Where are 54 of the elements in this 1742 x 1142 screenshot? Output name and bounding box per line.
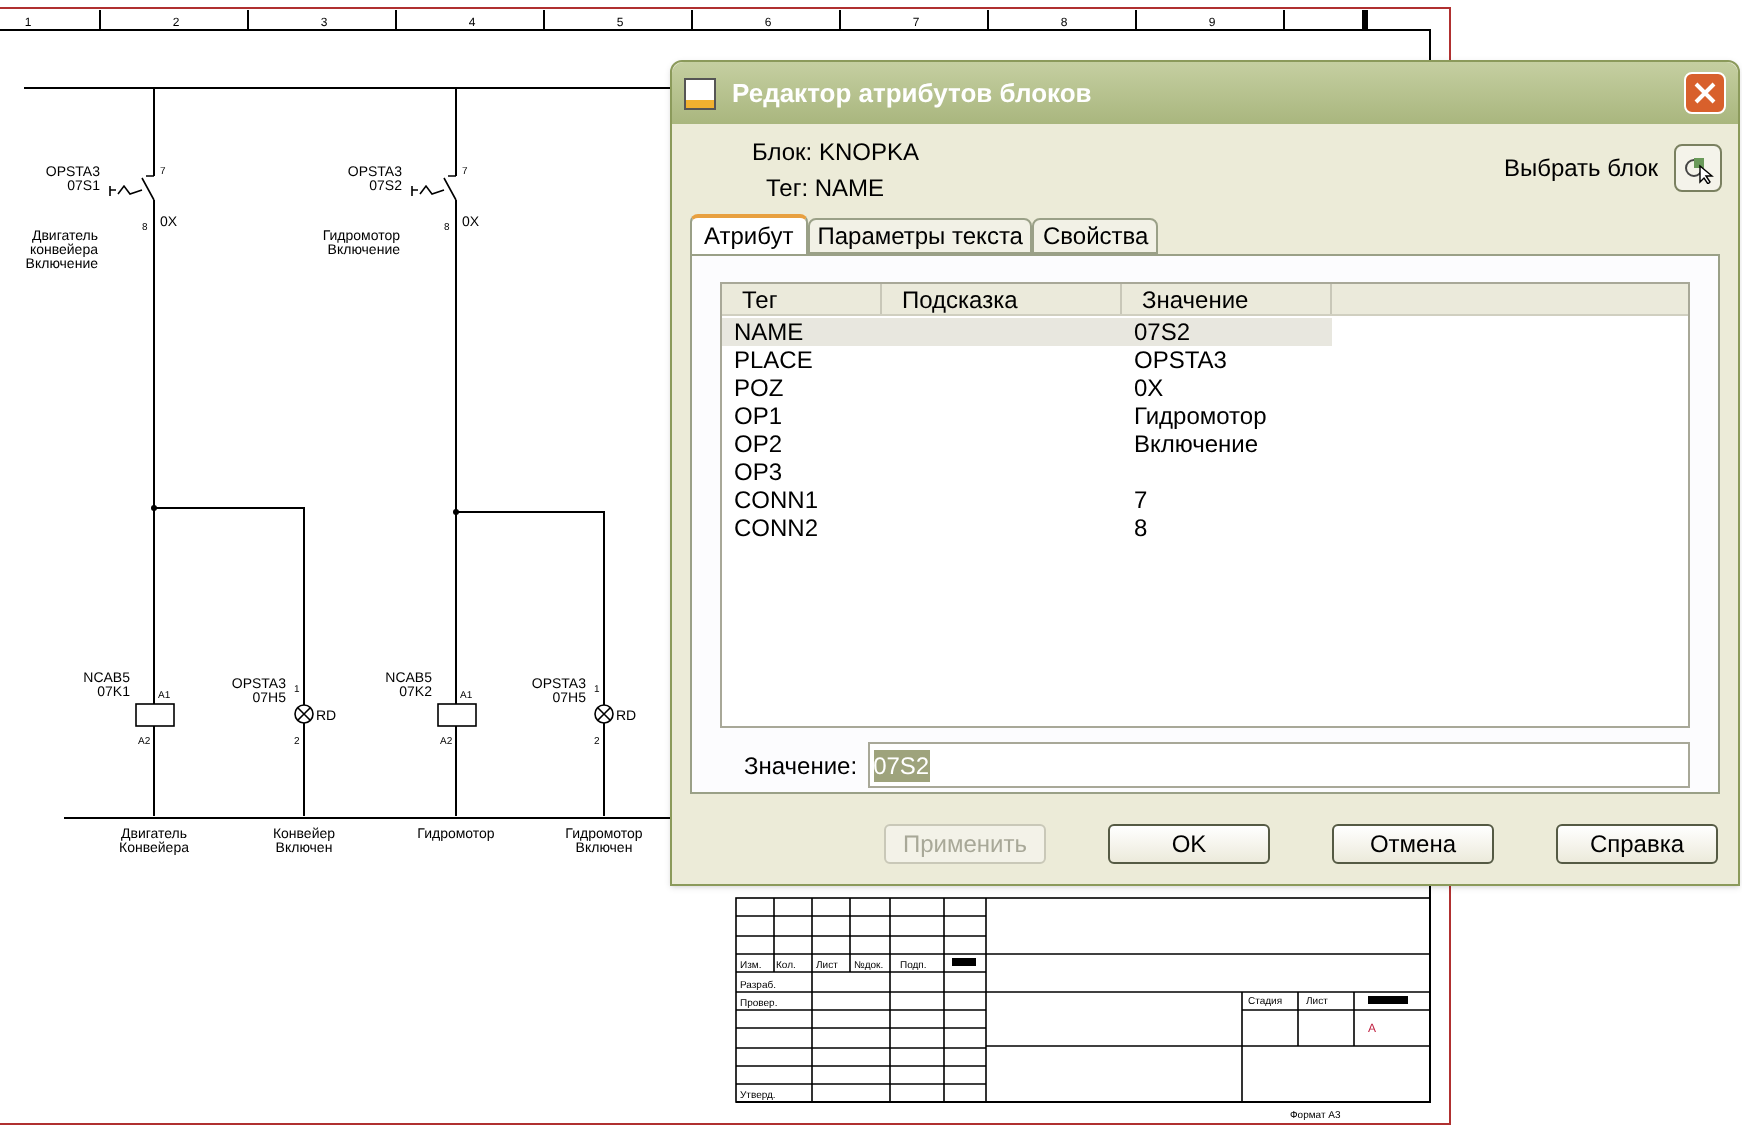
junction-dot [151, 505, 157, 511]
column-header[interactable]: Тег [722, 284, 882, 314]
switch-symbol [109, 175, 155, 201]
block-name-label: Блок: KNOPKA [752, 136, 919, 168]
attribute-row[interactable]: CONN1 7 [722, 486, 1332, 514]
value-cell-text: 7 [1132, 486, 1150, 514]
ruler-mark [1362, 10, 1368, 30]
close-button[interactable] [1684, 72, 1726, 114]
title-block-mark [952, 958, 976, 966]
column-header[interactable]: Подсказка [882, 284, 1122, 314]
tab[interactable]: Атрибут [690, 214, 808, 254]
attribute-row[interactable]: CONN2 8 [722, 514, 1332, 542]
value-cell-text: 07S2 [1132, 318, 1193, 346]
attribute-row[interactable]: OP2 Включение [722, 430, 1332, 458]
tag-cell-text: NAME [732, 318, 806, 346]
tag-cell-text: CONN1 [732, 486, 821, 514]
value-cell-text: Включение [1132, 430, 1261, 458]
attribute-row[interactable]: POZ 0X [722, 374, 1332, 402]
tab[interactable]: Свойства [1032, 218, 1159, 254]
select-block-button[interactable] [1674, 144, 1722, 192]
value-label: Значение: [744, 749, 858, 781]
value-cell-text: 0X [1132, 374, 1166, 402]
column-header[interactable]: Значение [1122, 284, 1332, 314]
app-icon [684, 77, 716, 109]
close-icon [1694, 82, 1716, 104]
value-cell-text: 8 [1132, 514, 1150, 542]
value-cell-text: OPSTA3 [1132, 346, 1229, 374]
coil-symbol [437, 703, 477, 727]
junction-dot [453, 509, 459, 515]
coil-symbol [135, 703, 175, 727]
tag-name-label: Тег: NAME [764, 172, 887, 204]
title-block-mark [1368, 996, 1408, 1004]
pick-cursor-icon [1682, 152, 1714, 184]
select-block-label: Выбрать блок [1503, 152, 1658, 184]
lamp-symbol [594, 704, 614, 724]
tag-cell-text: POZ [732, 374, 786, 402]
attribute-row[interactable]: NAME 07S2 [722, 318, 1332, 346]
attribute-row[interactable]: OP1 Гидромотор [722, 402, 1332, 430]
attribute-row[interactable]: OP3 [722, 458, 1332, 486]
lamp-symbol [294, 704, 314, 724]
tab[interactable]: Параметры текста [807, 218, 1033, 254]
tag-cell-text: CONN2 [732, 514, 821, 542]
window-title: Редактор атрибутов блоков [732, 75, 1094, 112]
attribute-row[interactable]: PLACE OPSTA3 [722, 346, 1332, 374]
dialog-button[interactable]: OK [1108, 824, 1270, 864]
value-cell-text: Гидромотор [1132, 402, 1269, 430]
dialog-button[interactable]: Отмена [1332, 824, 1494, 864]
dialog-button[interactable]: Справка [1556, 824, 1718, 864]
tag-cell-text: OP2 [732, 430, 785, 458]
field-value: 07S2 [873, 749, 930, 781]
switch-symbol [411, 175, 457, 201]
tag-cell-text: OP3 [732, 458, 785, 486]
tag-cell-text: OP1 [732, 402, 785, 430]
tag-cell-text: PLACE [732, 346, 815, 374]
